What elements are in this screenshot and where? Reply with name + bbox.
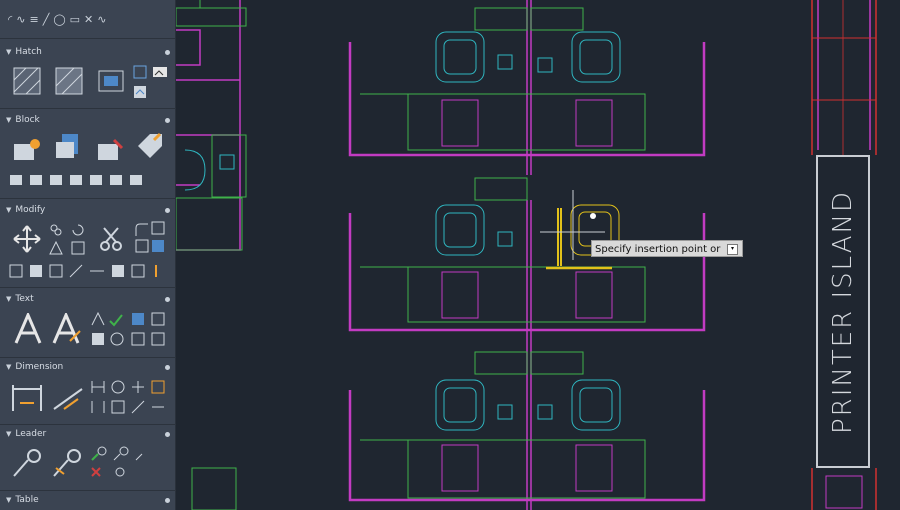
table-label: Table xyxy=(15,495,39,505)
block-label: Block xyxy=(15,115,40,125)
section-menu-icon[interactable] xyxy=(165,431,170,437)
mirror-icon[interactable] xyxy=(48,240,64,256)
table-section: ▼ Table xyxy=(0,492,176,508)
insertion-prompt-tooltip: Specify insertion point or ▾ xyxy=(591,240,743,257)
hatch-section: ▼ Hatch xyxy=(0,44,176,98)
dimension-section: ▼ Dimension xyxy=(0,359,176,414)
image-icon[interactable] xyxy=(152,64,168,80)
copy-icon[interactable] xyxy=(48,222,64,238)
printer-island-text: PRINTER ISLAND xyxy=(828,189,858,434)
insert-block-icon[interactable] xyxy=(12,136,42,164)
circle-icon[interactable]: ◯ xyxy=(53,13,65,26)
dropdown-arrow-icon[interactable]: ▾ xyxy=(727,244,738,255)
xline-icon[interactable]: ✕ xyxy=(84,13,93,26)
rotate-icon[interactable] xyxy=(70,222,86,238)
left-walls xyxy=(176,0,241,251)
section-menu-icon[interactable] xyxy=(165,296,170,302)
aligned-dimension-icon[interactable] xyxy=(52,383,86,413)
modify-header[interactable]: ▼ Modify xyxy=(0,202,176,218)
leader-label: Leader xyxy=(15,429,47,439)
create-block-icon[interactable] xyxy=(54,132,84,162)
block-attribute-icon[interactable] xyxy=(134,130,166,162)
cubicle-row-1 xyxy=(348,0,706,175)
dimension-tools xyxy=(90,379,170,419)
section-menu-icon[interactable] xyxy=(165,364,170,370)
boundary-icon[interactable] xyxy=(96,66,126,96)
spline-icon[interactable]: ∿ xyxy=(97,13,106,26)
inserting-block-preview xyxy=(546,204,620,270)
hatch-label: Hatch xyxy=(15,47,42,57)
draw-tools-row: ◜ ∿ ≡ ╱ ◯ ▭ ✕ ∿ xyxy=(0,0,175,39)
attribute-tools-row xyxy=(8,172,158,188)
modify-label: Modify xyxy=(15,205,46,215)
leader-section: ▼ Leader xyxy=(0,426,176,477)
block-section: ▼ Block xyxy=(0,112,176,185)
left-chair-icon xyxy=(184,149,235,191)
tooltip-text: Specify insertion point or xyxy=(595,244,721,255)
tool-palette: ◜ ∿ ≡ ╱ ◯ ▭ ✕ ∿ ▼Hatch ▼Block ▼Modify xyxy=(0,0,176,510)
stretch-icon[interactable] xyxy=(70,240,86,256)
modify-section: ▼ Modify xyxy=(0,202,176,278)
divider xyxy=(0,424,176,425)
divider xyxy=(0,357,176,358)
left-bottom-desk xyxy=(191,467,237,510)
cubicle-row-3 xyxy=(348,350,706,510)
section-menu-icon[interactable] xyxy=(165,207,170,213)
section-menu-icon[interactable] xyxy=(165,117,170,123)
dimension-label: Dimension xyxy=(15,362,64,372)
divider xyxy=(0,287,176,288)
region-icon[interactable] xyxy=(132,64,148,80)
gradient-icon[interactable] xyxy=(54,66,84,96)
text-section: ▼ Text xyxy=(0,291,176,346)
text-header[interactable]: ▼ Text xyxy=(0,291,176,307)
modify-tools-row xyxy=(8,262,168,280)
multiline-text-icon[interactable] xyxy=(14,313,42,345)
table-header[interactable]: ▼ Table xyxy=(0,492,176,508)
divider xyxy=(0,490,176,491)
text-style-tools xyxy=(90,311,170,351)
divider xyxy=(0,108,176,109)
single-line-text-icon[interactable] xyxy=(52,313,82,345)
section-menu-icon[interactable] xyxy=(165,49,170,55)
trim-icon[interactable] xyxy=(96,224,126,254)
add-leader-icon[interactable] xyxy=(52,448,84,478)
drawing-canvas[interactable] xyxy=(176,0,900,510)
hatch-header[interactable]: ▼ Hatch xyxy=(0,44,176,60)
multileader-icon[interactable] xyxy=(12,448,44,478)
leader-header[interactable]: ▼ Leader xyxy=(0,426,176,442)
printer-island-label: PRINTER ISLAND xyxy=(816,155,870,468)
fillet-icon[interactable] xyxy=(132,220,168,256)
left-desks xyxy=(176,0,247,251)
dimension-header[interactable]: ▼ Dimension xyxy=(0,359,176,375)
leader-tools xyxy=(90,446,150,482)
polyline-icon[interactable]: ∿ xyxy=(16,13,25,26)
linear-dimension-icon[interactable] xyxy=(10,383,44,413)
arc-icon[interactable]: ◜ xyxy=(8,13,12,26)
line-icon[interactable]: ╱ xyxy=(43,13,50,26)
edit-block-icon[interactable] xyxy=(96,136,126,164)
text-label: Text xyxy=(15,294,34,304)
move-icon[interactable] xyxy=(12,224,42,254)
wipeout-icon[interactable] xyxy=(132,84,148,100)
divider xyxy=(0,198,176,199)
cubicle-row-2 xyxy=(348,177,706,350)
section-menu-icon[interactable] xyxy=(165,497,170,503)
multiline-icon[interactable]: ≡ xyxy=(29,13,38,26)
block-header[interactable]: ▼ Block xyxy=(0,112,176,128)
hatch-icon[interactable] xyxy=(12,66,42,96)
rectangle-icon[interactable]: ▭ xyxy=(70,13,80,26)
